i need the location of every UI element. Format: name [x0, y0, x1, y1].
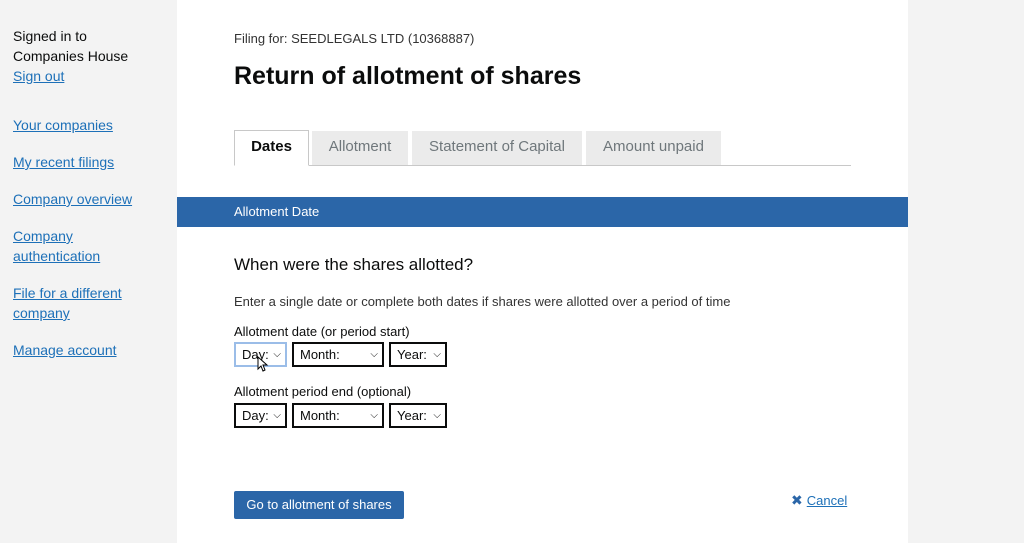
signed-in-text: Signed in to Companies House [13, 28, 129, 64]
cancel-link[interactable]: ✖ Cancel [791, 492, 847, 509]
chevron-down-icon: ⌵ [370, 410, 378, 421]
page: Signed in to Companies House Sign out Yo… [0, 0, 1024, 543]
sidebar-item-company-authentication[interactable]: Company authentication [13, 226, 163, 266]
start-date-label: Allotment date (or period start) [234, 324, 410, 339]
end-month-select[interactable]: Month: ⌵ [292, 403, 384, 428]
tab-allotment[interactable]: Allotment [312, 131, 408, 165]
chevron-down-icon: ⌵ [433, 349, 441, 360]
section-header: Allotment Date [177, 197, 908, 227]
tab-amount-unpaid[interactable]: Amount unpaid [586, 131, 721, 165]
sidebar-item-recent-filings[interactable]: My recent filings [13, 152, 163, 172]
chevron-down-icon: ⌵ [370, 349, 378, 360]
sidebar-nav: Your companies My recent filings Company… [13, 115, 177, 360]
start-year-select[interactable]: Year: ⌵ [389, 342, 447, 367]
tab-bar: Dates Allotment Statement of Capital Amo… [234, 130, 851, 166]
sign-out-link[interactable]: Sign out [13, 66, 177, 86]
mouse-cursor-icon [257, 356, 269, 372]
hint-text: Enter a single date or complete both dat… [234, 294, 731, 309]
sidebar: Signed in to Companies House Sign out Yo… [0, 0, 177, 543]
close-icon: ✖ [791, 492, 803, 508]
tab-statement-of-capital[interactable]: Statement of Capital [412, 131, 582, 165]
filing-for-text: Filing for: SEEDLEGALS LTD (10368887) [234, 31, 475, 46]
sidebar-item-file-for-different-company[interactable]: File for a different company [13, 283, 163, 323]
chevron-down-icon: ⌵ [273, 349, 281, 360]
sidebar-item-manage-account[interactable]: Manage account [13, 340, 163, 360]
sidebar-item-your-companies[interactable]: Your companies [13, 115, 163, 135]
go-to-allotment-button[interactable]: Go to allotment of shares [234, 491, 404, 519]
page-title: Return of allotment of shares [234, 62, 582, 90]
start-month-select[interactable]: Month: ⌵ [292, 342, 384, 367]
right-gutter [908, 0, 1024, 543]
end-day-select[interactable]: Day: ⌵ [234, 403, 287, 428]
end-date-label: Allotment period end (optional) [234, 384, 412, 399]
chevron-down-icon: ⌵ [273, 410, 281, 421]
main-panel: Filing for: SEEDLEGALS LTD (10368887) Re… [177, 0, 908, 543]
question-heading: When were the shares allotted? [234, 255, 474, 274]
sidebar-item-company-overview[interactable]: Company overview [13, 189, 163, 209]
tab-dates[interactable]: Dates [234, 130, 309, 166]
end-year-select[interactable]: Year: ⌵ [389, 403, 447, 428]
chevron-down-icon: ⌵ [433, 410, 441, 421]
